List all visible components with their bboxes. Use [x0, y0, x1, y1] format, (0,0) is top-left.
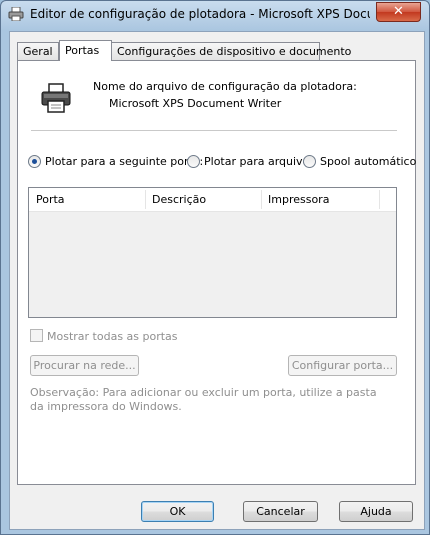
show-all-ports-checkbox[interactable]: Mostrar todas as portas [30, 329, 178, 343]
radio-button[interactable] [187, 155, 200, 168]
checkbox-label: Mostrar todas as portas [47, 330, 178, 343]
divider [31, 130, 397, 131]
column-header-descricao[interactable]: Descrição [145, 188, 261, 211]
tab-panel-portas: Nome do arquivo de configuração da plota… [17, 60, 416, 485]
printer-icon [41, 83, 71, 113]
close-button[interactable]: ✕ [376, 2, 421, 22]
cancel-button[interactable]: Cancelar [243, 501, 318, 522]
tab-geral[interactable]: Geral [17, 42, 59, 60]
radio-button[interactable] [303, 155, 316, 168]
port-list[interactable]: Porta Descrição Impressora [28, 187, 397, 318]
browse-network-button[interactable]: Procurar na rede... [30, 355, 139, 376]
help-button[interactable]: Ajuda [339, 501, 413, 522]
window-title: Editor de configuração de plotadora - Mi… [30, 7, 370, 21]
note-text: Observação: Para adicionar ou excluir um… [30, 386, 377, 413]
printer-app-icon [8, 7, 24, 21]
config-file-value: Microsoft XPS Document Writer [109, 97, 282, 110]
tab-device-settings[interactable]: Configurações de dispositivo e documento [111, 42, 351, 60]
dialog-client-area: Geral Portas Configurações de dispositiv… [9, 31, 425, 530]
column-header-impressora[interactable]: Impressora [261, 188, 379, 211]
ok-button[interactable]: OK [141, 501, 214, 522]
radio-label: Plotar para a seguinte porta: [45, 155, 204, 168]
port-list-header: Porta Descrição Impressora [29, 188, 396, 212]
config-file-label: Nome do arquivo de configuração da plota… [93, 80, 357, 93]
tab-portas[interactable]: Portas [59, 40, 112, 61]
column-header-porta[interactable]: Porta [29, 188, 145, 211]
radio-label: Plotar para arquivo [204, 155, 310, 168]
column-separator[interactable] [379, 190, 380, 209]
checkbox-box[interactable] [30, 329, 43, 342]
dialog-window: Editor de configuração de plotadora - Mi… [0, 0, 430, 535]
radio-label: Spool automático [320, 155, 417, 168]
radio-button-checked[interactable] [28, 155, 41, 168]
configure-port-button[interactable]: Configurar porta... [288, 355, 397, 376]
title-bar[interactable]: Editor de configuração de plotadora - Mi… [1, 1, 429, 27]
radio-plot-to-file[interactable]: Plotar para arquivo [187, 155, 309, 169]
radio-plot-to-port[interactable]: Plotar para a seguinte porta: [28, 155, 203, 169]
radio-auto-spool[interactable]: Spool automático [303, 155, 416, 169]
